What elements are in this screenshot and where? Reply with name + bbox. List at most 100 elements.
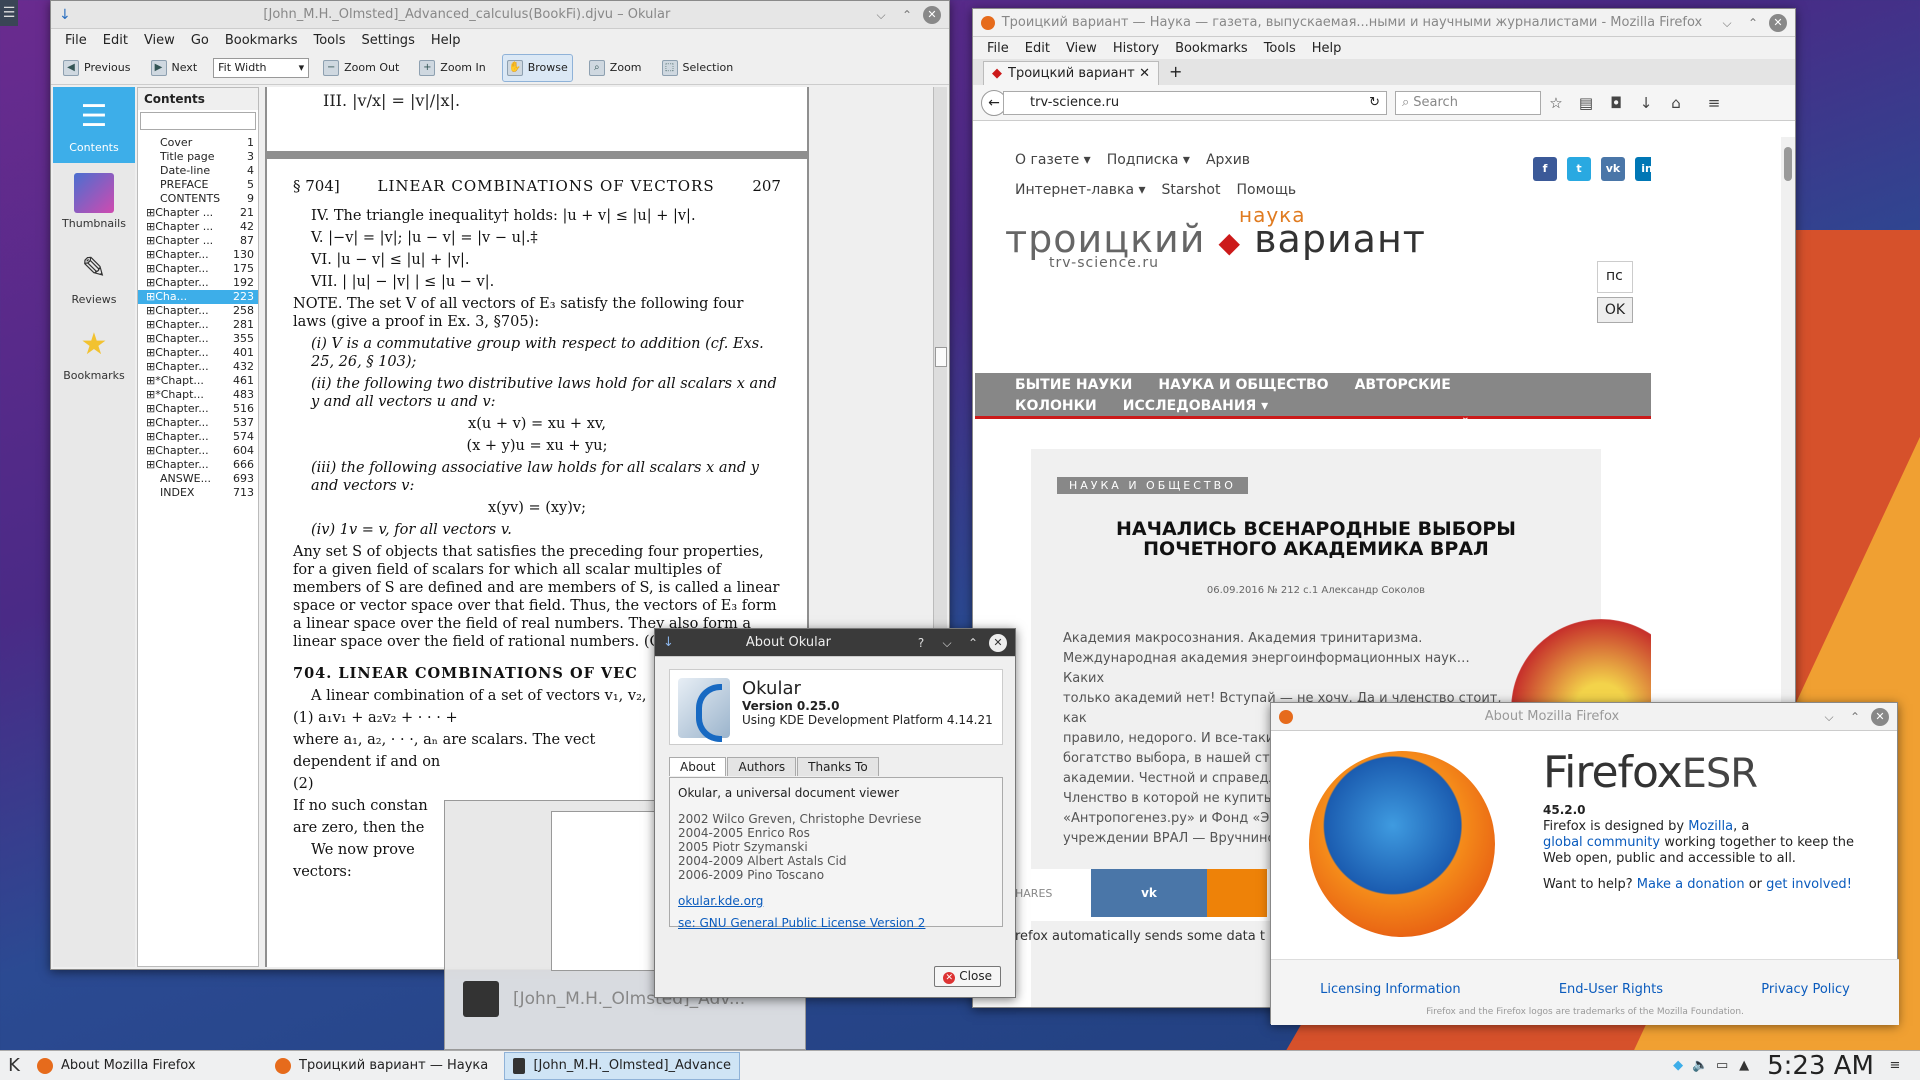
minimize-icon[interactable]: ⌵ <box>1719 15 1735 31</box>
toc-item[interactable]: ⊞ Chapter... 537 <box>138 416 258 430</box>
task-firefox[interactable]: Троицкий вариант — Наука <box>266 1052 502 1080</box>
menu-edit[interactable]: Edit <box>103 33 128 48</box>
maximize-icon[interactable]: ⌃ <box>965 635 981 651</box>
menu-history[interactable]: History <box>1113 41 1159 56</box>
expand-icon[interactable]: ⊞ <box>146 234 155 248</box>
panel-settings-icon[interactable]: ≡ <box>1884 1058 1906 1073</box>
menu-link[interactable]: СТРАНИЦЫ ИСТОРИИ <box>1178 419 1352 435</box>
close-icon[interactable]: ✕ <box>1871 707 1889 726</box>
network-icon[interactable]: ◆ <box>1667 1058 1689 1073</box>
scrollbar-thumb[interactable] <box>1784 147 1792 181</box>
menu-file[interactable]: File <box>987 41 1009 56</box>
community-link[interactable]: global community <box>1543 835 1660 850</box>
expand-icon[interactable]: ⊞ <box>146 360 155 374</box>
kde-launcher-icon[interactable]: K <box>0 1052 28 1080</box>
menu-help[interactable]: Help <box>431 33 461 48</box>
nav-link[interactable]: Подписка ▾ <box>1107 152 1190 168</box>
vk-icon[interactable]: vk <box>1601 157 1625 181</box>
minimize-icon[interactable]: ⌵ <box>1821 709 1837 725</box>
toc-item[interactable]: ⊞ *Chapt... 461 <box>138 374 258 388</box>
toc-item[interactable]: Cover 1 <box>138 136 258 150</box>
toc-item[interactable]: ⊞ Chapter ... 87 <box>138 234 258 248</box>
toc-item[interactable]: ⊞ Chapter ... 21 <box>138 206 258 220</box>
tab-authors[interactable]: Authors <box>727 757 797 776</box>
sidebar-contents[interactable]: ☰ Contents <box>53 87 135 163</box>
hamburger-menu-icon[interactable]: ≡ <box>1699 94 1729 112</box>
zoom-mode-select[interactable]: Fit Width ▾ <box>213 57 310 78</box>
reading-list-icon[interactable]: ▤ <box>1571 94 1601 112</box>
toc-item[interactable]: ⊞ Chapter... 355 <box>138 332 258 346</box>
contents-search-input[interactable] <box>140 112 256 130</box>
browse-button[interactable]: ✋ Browse <box>501 53 573 82</box>
maximize-icon[interactable]: ⌃ <box>1847 709 1863 725</box>
sidebar-reviews[interactable]: ✎ Reviews <box>53 239 135 315</box>
toc-item[interactable]: ⊞ Chapter... 604 <box>138 444 258 458</box>
sidebar-bookmarks[interactable]: ★ Bookmarks <box>53 315 135 391</box>
nav-link[interactable]: О газете ▾ <box>1015 152 1091 168</box>
expand-icon[interactable]: ⊞ <box>146 262 155 276</box>
url-bar[interactable]: trv-science.ru ↻ <box>1003 90 1387 115</box>
browser-tab[interactable]: ◆ Троицкий вариант ... ✕ <box>983 61 1159 85</box>
menu-link[interactable]: ТРВ ОНЛАЙН ▾ <box>1378 419 1495 435</box>
tab-thanks[interactable]: Thanks To <box>797 757 879 776</box>
close-icon[interactable]: ✕ <box>923 5 941 24</box>
privacy-policy-link[interactable]: Privacy Policy <box>1761 982 1850 997</box>
get-involved-link[interactable]: get involved! <box>1766 877 1852 892</box>
nav-link[interactable]: Starshot <box>1162 182 1221 198</box>
menu-help[interactable]: Help <box>1312 41 1342 56</box>
volume-icon[interactable]: 🔈 <box>1689 1058 1711 1073</box>
menu-edit[interactable]: Edit <box>1025 41 1050 56</box>
expand-icon[interactable]: ⊞ <box>146 402 155 416</box>
nav-link[interactable]: Интернет-лавка ▾ <box>1015 182 1146 198</box>
close-icon[interactable]: ✕ <box>1769 13 1787 32</box>
toc-item[interactable]: ⊞ Chapter... 574 <box>138 430 258 444</box>
toc-item[interactable]: INDEX 713 <box>138 486 258 500</box>
licensing-link[interactable]: Licensing Information <box>1320 982 1461 997</box>
home-icon[interactable]: ⌂ <box>1661 94 1691 112</box>
expand-icon[interactable]: ⊞ <box>146 416 155 430</box>
new-tab-icon[interactable]: + <box>1169 62 1182 81</box>
minimize-icon[interactable]: ⌵ <box>873 7 889 23</box>
twitter-icon[interactable]: t <box>1567 157 1591 181</box>
maximize-icon[interactable]: ⌃ <box>899 7 915 23</box>
license-link[interactable]: se: GNU General Public License Version 2 <box>678 916 994 930</box>
expand-icon[interactable]: ⊞ <box>146 318 155 332</box>
expand-icon[interactable]: ⊞ <box>146 458 155 472</box>
toc-item[interactable]: ⊞ Chapter... 175 <box>138 262 258 276</box>
end-user-rights-link[interactable]: End-User Rights <box>1559 982 1663 997</box>
toc-item[interactable]: ⊞ Chapter... 432 <box>138 360 258 374</box>
search-input[interactable]: ⌕ Search <box>1395 90 1541 115</box>
minimize-icon[interactable]: ⌵ <box>939 635 955 651</box>
toc-item[interactable]: CONTENTS 9 <box>138 192 258 206</box>
expand-icon[interactable]: ⊞ <box>146 346 155 360</box>
expand-icon[interactable]: ⊞ <box>146 304 155 318</box>
expand-icon[interactable]: ⊞ <box>146 430 155 444</box>
toc-item[interactable]: PREFACE 5 <box>138 178 258 192</box>
nav-link[interactable]: Архив <box>1206 152 1250 168</box>
toc-item[interactable]: Title page 3 <box>138 150 258 164</box>
help-icon[interactable]: ? <box>913 635 929 651</box>
menu-tools[interactable]: Tools <box>313 33 345 48</box>
toc-item[interactable]: ⊞ Chapter... 516 <box>138 402 258 416</box>
expand-icon[interactable]: ⊞ <box>146 276 155 290</box>
toc-item[interactable]: ⊞ Chapter... 192 <box>138 276 258 290</box>
selection-button[interactable]: ⬚ Selection <box>658 54 738 82</box>
close-button[interactable]: ✕ Close <box>934 966 1001 987</box>
donate-link[interactable]: Make a donation <box>1637 877 1745 892</box>
sidebar-thumbnails[interactable]: Thumbnails <box>53 163 135 239</box>
zoom-out-button[interactable]: − Zoom Out <box>319 54 403 82</box>
task-okular[interactable]: [John_M.H._Olmsted]_Advance <box>504 1051 740 1080</box>
linkedin-icon[interactable]: in <box>1635 157 1651 181</box>
download-icon[interactable]: ↓ <box>1631 94 1661 112</box>
menu-link[interactable]: БЫТИЕ НАУКИ <box>1015 377 1132 393</box>
menu-go[interactable]: Go <box>191 33 209 48</box>
expand-icon[interactable]: ⊞ <box>146 248 155 262</box>
expand-icon[interactable]: ⊞ <box>146 388 155 402</box>
menu-bookmarks[interactable]: Bookmarks <box>1175 41 1248 56</box>
menu-tools[interactable]: Tools <box>1264 41 1296 56</box>
toc-item[interactable]: ⊞ Chapter... 258 <box>138 304 258 318</box>
toc-item[interactable]: ⊞ Cha... 223 <box>138 290 258 304</box>
toc-item[interactable]: ⊞ Chapter... 130 <box>138 248 258 262</box>
site-logo[interactable]: троицкий ◆ вариант наука trv-science.ru <box>1005 203 1426 271</box>
toc-item[interactable]: ⊞ *Chapt... 483 <box>138 388 258 402</box>
